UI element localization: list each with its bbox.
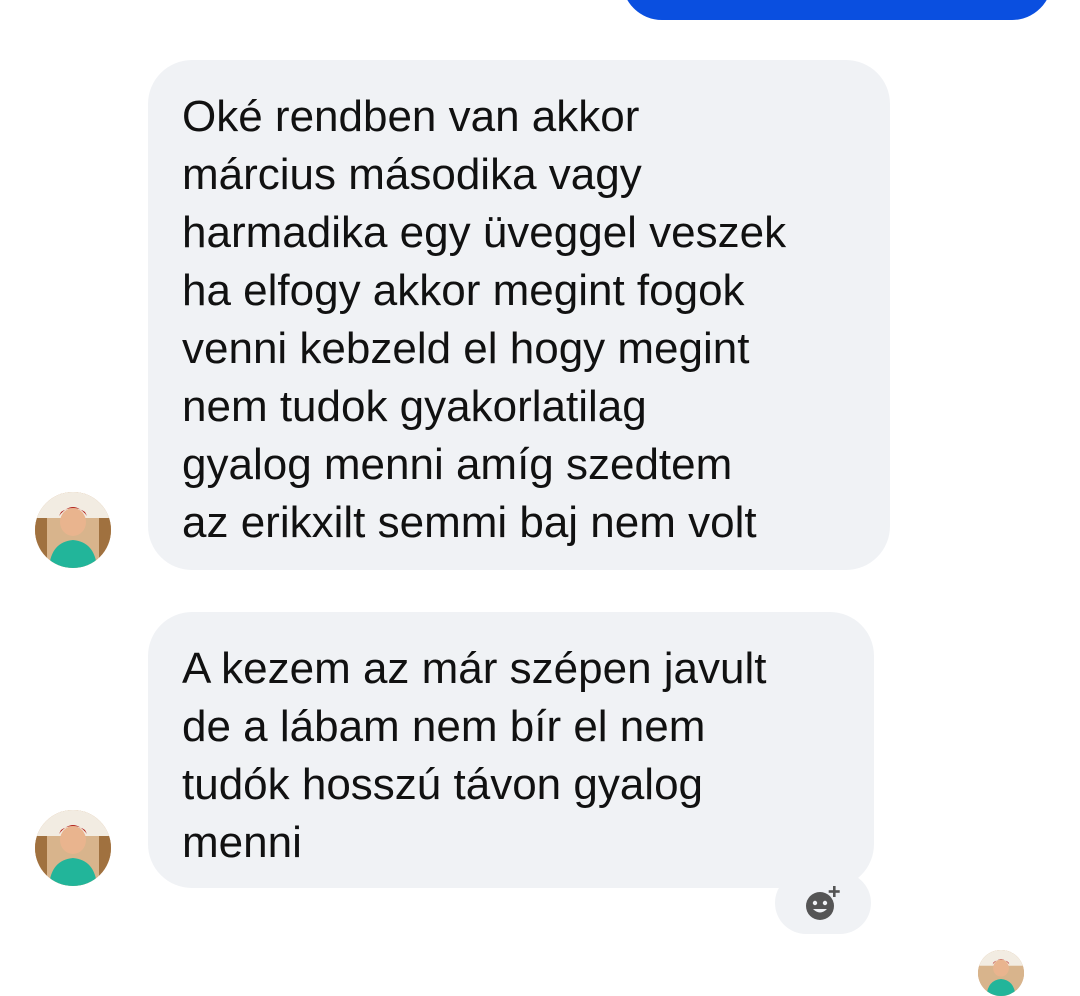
sender-avatar[interactable] bbox=[35, 492, 111, 568]
add-reaction-smiley-icon bbox=[806, 886, 840, 920]
sender-avatar[interactable] bbox=[35, 810, 111, 886]
message-line: A kezem az már szépen javult bbox=[182, 644, 767, 693]
message-line: venni kebzeld el hogy megint bbox=[182, 324, 750, 373]
avatar-photo-icon bbox=[978, 950, 1024, 996]
message-line: harmadika egy üveggel veszek bbox=[182, 208, 787, 257]
message-line: március másodika vagy bbox=[182, 150, 642, 199]
message-line: Oké rendben van akkor bbox=[182, 92, 640, 141]
received-message-bubble[interactable]: Oké rendben van akkor március másodika v… bbox=[148, 60, 890, 570]
avatar-photo-icon bbox=[35, 810, 111, 886]
received-message-bubble[interactable]: A kezem az már szépen javult de a lábam … bbox=[148, 612, 874, 888]
add-reaction-button[interactable] bbox=[775, 872, 871, 934]
message-line: de a lábam nem bír el nem bbox=[182, 702, 706, 751]
avatar-photo-icon bbox=[35, 492, 111, 568]
message-line: ha elfogy akkor megint fogok bbox=[182, 266, 745, 315]
sent-message-bubble[interactable] bbox=[622, 0, 1052, 20]
read-receipt-avatar bbox=[978, 950, 1024, 996]
message-line: tudók hosszú távon gyalog bbox=[182, 760, 704, 809]
message-line: nem tudok gyakorlatilag bbox=[182, 382, 647, 431]
message-line: menni bbox=[182, 818, 302, 867]
message-line: gyalog menni amíg szedtem bbox=[182, 440, 733, 489]
message-line: az erikxilt semmi baj nem volt bbox=[182, 498, 757, 547]
